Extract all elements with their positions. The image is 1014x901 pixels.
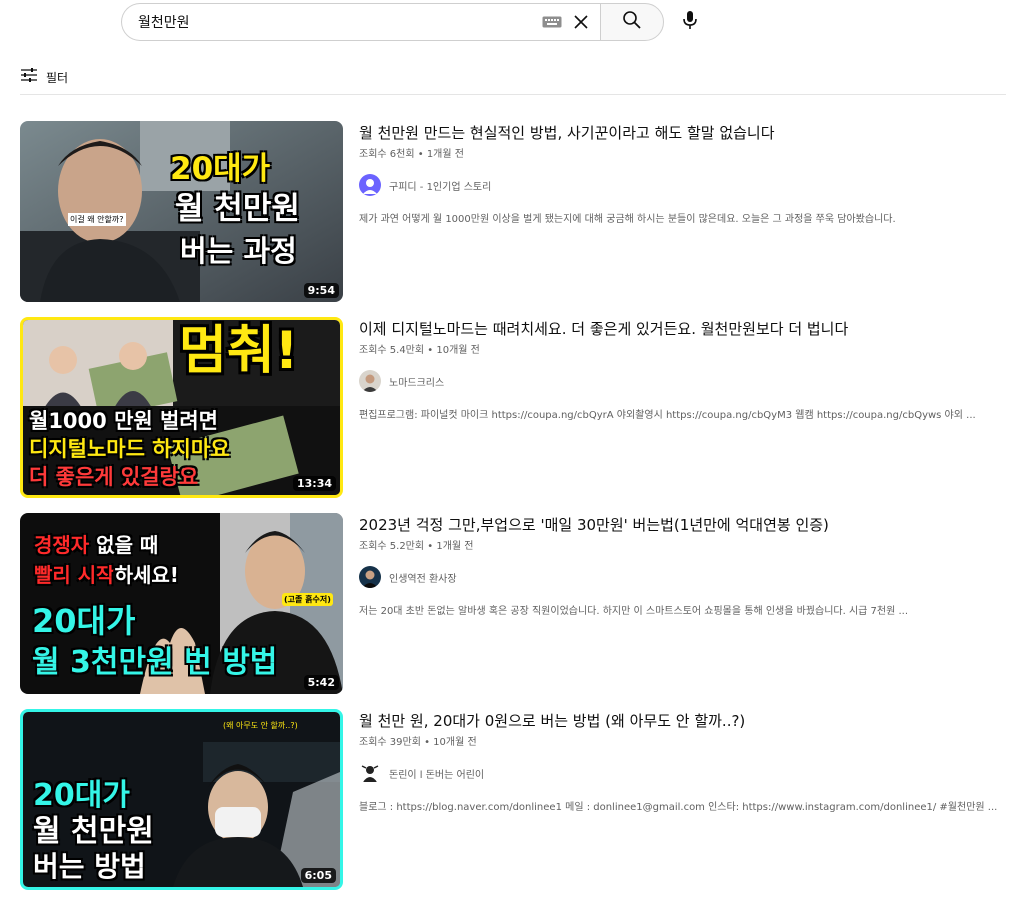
thumbnail-text-4b: 월 천만원 — [33, 814, 154, 849]
filter-label: 필터 — [46, 70, 69, 85]
video-description: 제가 과연 어떻게 월 1000만원 이상을 벌게 됐는지에 대해 궁금해 하시… — [359, 214, 896, 225]
thumbnail-text-2c: 더 좋은게 있걸랑요 — [29, 465, 199, 489]
video-thumbnail-1[interactable]: 20대가 월 천만원 버는 과정 이걸 왜 안할까? 9:54 — [20, 121, 343, 302]
video-result-2[interactable]: 멈춰! 월1000 만원 벌려면 디지털노마드 하지마요 더 좋은게 있걸랑요 … — [20, 317, 1006, 498]
video-title[interactable]: 이제 디지털노마드는 때려치세요. 더 좋은게 있거든요. 월천만원보다 더 법… — [359, 319, 990, 339]
video-thumbnail-2[interactable]: 멈춰! 월1000 만원 벌려면 디지털노마드 하지마요 더 좋은게 있걸랑요 … — [20, 317, 343, 498]
video-info-1: 월 천만원 만드는 현실적인 방법, 사기꾼이라고 해도 할말 없습니다 조회수… — [343, 121, 990, 302]
thumbnail-text-2a: 월1000 만원 벌려면 — [29, 409, 218, 433]
search-button[interactable] — [600, 3, 664, 41]
clear-search-icon[interactable] — [570, 11, 592, 33]
microphone-icon — [682, 10, 698, 34]
channel-row[interactable]: 인생역전 환사장 — [359, 566, 990, 588]
channel-row[interactable]: 구피디 - 1인기업 스토리 — [359, 174, 990, 196]
video-title[interactable]: 월 천만원 만드는 현실적인 방법, 사기꾼이라고 해도 할말 없습니다 — [359, 123, 990, 143]
view-count: 조회수 5.4만회 — [359, 345, 425, 356]
thumbnail-big-text-2: 멈춰! — [179, 321, 299, 381]
thumbnail-text-2b: 디지털노마드 하지마요 — [29, 437, 230, 461]
channel-avatar[interactable] — [359, 370, 381, 392]
duration-badge: 13:34 — [292, 476, 336, 491]
divider — [20, 94, 1006, 95]
filter-sliders-icon — [20, 67, 38, 87]
video-description: 저는 20대 초반 돈없는 알바생 혹은 공장 직원이었습니다. 하지만 이 스… — [359, 606, 909, 617]
video-description: 편집프로그램: 파이널컷 마이크 https://coupa.ng/cbQyrA… — [359, 410, 976, 421]
voice-search-button[interactable] — [671, 3, 709, 41]
video-title[interactable]: 월 천만 원, 20대가 0원으로 버는 방법 (왜 아무도 안 할까..?) — [359, 711, 990, 731]
filter-button[interactable]: 필터 — [20, 66, 68, 88]
view-count: 조회수 39만회 — [359, 737, 421, 748]
channel-name[interactable]: 노마드크리스 — [389, 374, 444, 389]
video-info-3: 2023년 걱정 그만,부업으로 '매일 30만원' 버는법(1년만에 억대연봉… — [343, 513, 990, 694]
thumbnail-note-3: (고졸 흙수저) — [282, 593, 333, 606]
video-title[interactable]: 2023년 걱정 그만,부업으로 '매일 30만원' 버는법(1년만에 억대연봉… — [359, 515, 990, 535]
video-meta: 조회수 39만회 • 10개월 전 — [359, 737, 477, 748]
search-bar — [121, 3, 664, 41]
search-input[interactable] — [138, 14, 542, 30]
video-thumbnail-4[interactable]: 20대가 월 천만원 버는 방법 (왜 아무도 안 할까..?) 6:05 — [20, 709, 343, 890]
thumbnail-text-4c: 버는 방법 — [33, 850, 146, 883]
channel-name[interactable]: 구피디 - 1인기업 스토리 — [389, 178, 491, 193]
channel-avatar[interactable] — [359, 174, 381, 196]
thumbnail-text-3d: 월 3천만원 번 방법 — [32, 645, 278, 680]
upload-age: 10개월 전 — [436, 345, 480, 356]
video-result-4[interactable]: 20대가 월 천만원 버는 방법 (왜 아무도 안 할까..?) 6:05 월 … — [20, 709, 1006, 890]
duration-badge: 6:05 — [300, 868, 336, 883]
video-thumbnail-3[interactable]: 경쟁자 없을 때 빨리 시작하세요! 20대가 월 3천만원 번 방법 (고졸 … — [20, 513, 343, 694]
video-meta: 조회수 5.4만회 • 10개월 전 — [359, 345, 480, 356]
video-description: 블로그 : https://blog.naver.com/donlinee1 메… — [359, 802, 998, 813]
thumbnail-text-1b: 월 천만원 — [175, 191, 300, 227]
search-icon — [622, 10, 642, 34]
search-field[interactable] — [121, 3, 600, 41]
view-count: 조회수 5.2만회 — [359, 541, 425, 552]
thumbnail-text-3b: 빨리 시작하세요! — [34, 563, 179, 587]
thumbnail-note-1: 이걸 왜 안할까? — [68, 213, 126, 226]
video-result-3[interactable]: 경쟁자 없을 때 빨리 시작하세요! 20대가 월 3천만원 번 방법 (고졸 … — [20, 513, 1006, 694]
channel-name[interactable]: 인생역전 환사장 — [389, 570, 457, 585]
channel-row[interactable]: 노마드크리스 — [359, 370, 990, 392]
duration-badge: 5:42 — [303, 675, 339, 690]
thumbnail-text-3c: 20대가 — [32, 602, 136, 640]
thumbnail-text-3a: 경쟁자 없을 때 — [34, 533, 159, 557]
channel-avatar[interactable] — [359, 566, 381, 588]
video-info-4: 월 천만 원, 20대가 0원으로 버는 방법 (왜 아무도 안 할까..?) … — [343, 709, 997, 890]
channel-row[interactable]: 돈린이 l 돈버는 어린이 — [359, 762, 990, 784]
view-count: 조회수 6천회 — [359, 149, 415, 160]
thumbnail-text-1a: 20대가 — [170, 151, 271, 187]
thumbnail-text-4a: 20대가 — [33, 778, 130, 813]
upload-age: 1개월 전 — [436, 541, 474, 552]
channel-avatar[interactable] — [359, 762, 381, 784]
duration-badge: 9:54 — [303, 283, 339, 298]
upload-age: 1개월 전 — [426, 149, 464, 160]
video-result-1[interactable]: 20대가 월 천만원 버는 과정 이걸 왜 안할까? 9:54 월 천만원 만드… — [20, 121, 1006, 302]
upload-age: 10개월 전 — [433, 737, 477, 748]
keyboard-icon[interactable] — [542, 15, 562, 29]
thumbnail-note-4: (왜 아무도 안 할까..?) — [223, 721, 298, 730]
channel-name[interactable]: 돈린이 l 돈버는 어린이 — [389, 766, 484, 781]
video-meta: 조회수 5.2만회 • 1개월 전 — [359, 541, 474, 552]
video-meta: 조회수 6천회 • 1개월 전 — [359, 149, 464, 160]
thumbnail-text-1c: 버는 과정 — [180, 234, 297, 268]
video-info-2: 이제 디지털노마드는 때려치세요. 더 좋은게 있거든요. 월천만원보다 더 법… — [343, 317, 990, 498]
